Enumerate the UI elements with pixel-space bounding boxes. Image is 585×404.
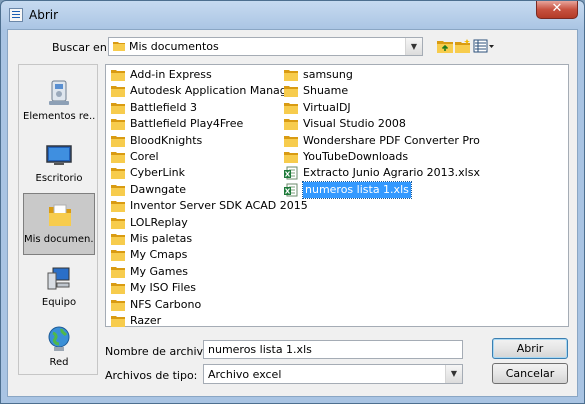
folder-icon xyxy=(111,168,125,180)
sidebar-item-label: Red xyxy=(49,357,69,368)
recent-items-icon xyxy=(49,80,69,105)
folder-icon xyxy=(111,234,125,245)
file-name: CyberLink xyxy=(130,166,185,180)
folder-icon xyxy=(111,316,125,327)
file-name: Autodesk Application Manager xyxy=(130,84,299,98)
close-button[interactable]: ✕ xyxy=(536,1,578,19)
folder-icon xyxy=(111,184,125,196)
desktop-icon xyxy=(46,145,72,165)
chevron-down-icon[interactable]: ▼ xyxy=(445,365,462,383)
file-name: Wondershare PDF Converter Pro xyxy=(303,133,480,147)
folder-icon xyxy=(284,70,298,81)
folder-icon xyxy=(111,250,125,262)
sidebar-item-computer[interactable]: Equipo xyxy=(23,257,95,319)
lookin-combo[interactable]: Mis documentos ▼ xyxy=(108,37,423,56)
file-name: Corel xyxy=(130,150,159,163)
folder-icon xyxy=(111,135,125,147)
folder-icon xyxy=(284,119,298,131)
file-name: Extracto Junio Agrario 2013.xlsx xyxy=(303,166,480,180)
file-name: Dawngate xyxy=(130,182,186,196)
folder-icon xyxy=(111,283,125,295)
lookin-label: Buscar en: xyxy=(52,41,111,54)
lookin-value: Mis documentos xyxy=(129,40,219,53)
filename-input[interactable]: numeros lista 1.xls xyxy=(203,340,463,359)
file-name: Add-in Express xyxy=(130,68,212,81)
file-name: Visual Studio 2008 xyxy=(303,117,406,131)
view-menu-icon[interactable] xyxy=(473,38,495,54)
file-name: Inventor Server SDK ACAD 2015 xyxy=(130,199,308,213)
sidebar-item-label: Mis documen... xyxy=(24,234,94,245)
file-name: LOLReplay xyxy=(130,215,188,229)
folder-icon xyxy=(111,119,125,131)
sidebar-item-network[interactable]: Red xyxy=(23,317,95,379)
folder-icon xyxy=(111,70,125,81)
sidebar-item-recent[interactable]: Elementos re... xyxy=(23,71,95,133)
cancel-button[interactable]: Cancelar xyxy=(492,363,568,384)
file-name: YouTubeDownloads xyxy=(303,150,409,163)
excel-file-icon xyxy=(284,183,298,197)
folder-icon xyxy=(284,135,298,147)
new-folder-icon[interactable] xyxy=(454,38,472,54)
filetype-select[interactable]: Archivo excel ▼ xyxy=(203,364,463,384)
file-name: Mis paletas xyxy=(130,232,193,245)
sidebar-item-documents[interactable]: Mis documen... xyxy=(23,193,95,255)
chevron-down-icon[interactable]: ▼ xyxy=(405,38,422,55)
network-icon xyxy=(48,326,70,351)
folder-icon xyxy=(284,102,298,114)
folder-icon xyxy=(111,152,125,163)
dialog-body: Buscar en: Mis documentos ▼ Elementos re… xyxy=(7,29,578,397)
up-folder-icon[interactable] xyxy=(436,38,454,54)
file-name: Battlefield 3 xyxy=(130,100,197,114)
computer-icon xyxy=(47,267,70,290)
places-sidebar: Elementos re... Escritorio Mis documen..… xyxy=(18,64,98,375)
file-name: My Games xyxy=(130,264,188,278)
open-button[interactable]: Abrir xyxy=(492,338,568,359)
file-name: Razer xyxy=(130,314,162,327)
sidebar-item-label: Elementos re... xyxy=(23,111,95,122)
file-name: NFS Carbono xyxy=(130,297,202,311)
filename-label: Nombre de archivo: xyxy=(105,345,214,358)
file-name: My ISO Files xyxy=(130,281,197,295)
folder-icon xyxy=(284,86,298,98)
folder-icon xyxy=(111,102,125,114)
excel-file-icon xyxy=(284,166,298,180)
folder-icon xyxy=(111,299,125,311)
file-name: Battlefield Play4Free xyxy=(130,117,244,131)
file-name: BloodKnights xyxy=(130,133,203,147)
sidebar-item-desktop[interactable]: Escritorio xyxy=(23,133,95,195)
title-bar[interactable]: Abrir ✕ xyxy=(1,1,584,29)
open-dialog: Abrir ✕ Buscar en: Mis documentos ▼ Elem… xyxy=(0,0,585,404)
folder-icon xyxy=(111,217,125,229)
window-title: Abrir xyxy=(29,8,59,22)
folder-icon xyxy=(111,266,125,278)
folder-icon xyxy=(113,42,125,51)
sidebar-item-label: Equipo xyxy=(41,297,77,308)
filetype-value: Archivo excel xyxy=(208,368,282,381)
file-name: numeros lista 1.xls xyxy=(302,180,412,199)
file-name: My Cmaps xyxy=(130,248,188,262)
file-list[interactable]: Add-in Express Autodesk Application Manag… xyxy=(105,64,569,327)
file-name: Shuame xyxy=(303,84,349,98)
folder-icon xyxy=(284,152,298,163)
app-icon xyxy=(9,8,23,22)
documents-icon xyxy=(49,204,71,226)
folder-icon xyxy=(111,201,125,213)
folder-icon xyxy=(111,86,125,98)
file-name: VirtualDJ xyxy=(303,100,351,114)
filetype-label: Archivos de tipo: xyxy=(105,369,198,382)
file-name: samsung xyxy=(303,68,353,81)
sidebar-item-label: Escritorio xyxy=(35,173,83,184)
